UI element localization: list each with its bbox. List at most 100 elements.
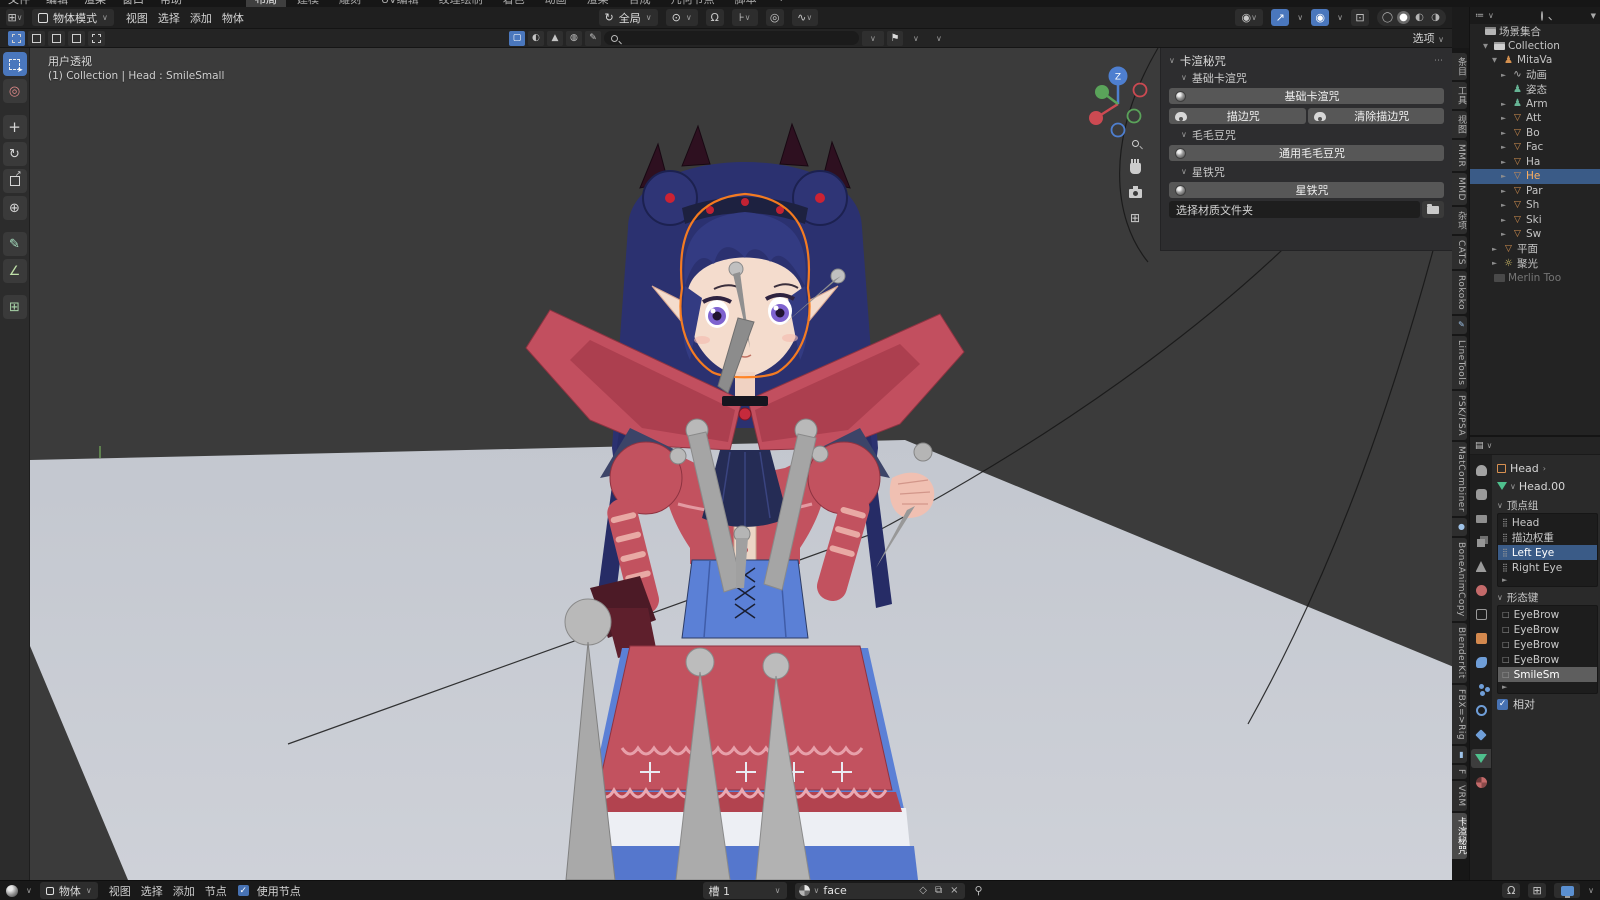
select-box-tool[interactable]	[3, 52, 27, 76]
outliner-row[interactable]: ▼ MitaVa	[1470, 53, 1600, 68]
transform-tool[interactable]: ⊕	[3, 196, 27, 220]
outliner-row[interactable]: ► Ha	[1470, 155, 1600, 170]
gizmo-toggle[interactable]: ↗	[1271, 9, 1289, 26]
blenderkit-sort-dropdown[interactable]: ∨	[929, 34, 949, 43]
breadcrumb-object[interactable]: Head	[1510, 462, 1539, 475]
workspace-tab[interactable]: 建模	[288, 0, 328, 7]
vertex-group-row[interactable]: ⣿ 描边权重	[1498, 530, 1597, 545]
topbar-menu[interactable]: 文件	[8, 0, 30, 7]
expand-arrow-icon[interactable]: ►	[1501, 201, 1509, 209]
properties-tab[interactable]	[1471, 581, 1491, 600]
workspace-tab[interactable]: 几何节点	[662, 0, 724, 7]
bookmark-icon[interactable]: ⚑	[887, 31, 903, 46]
shape-key-row[interactable]: □ SmileSm	[1498, 667, 1597, 682]
list-expand-icon[interactable]: ►	[1498, 575, 1597, 585]
expand-arrow-icon[interactable]: ▼	[1483, 42, 1491, 50]
workspace-tab[interactable]: 着色	[494, 0, 534, 7]
pivot-point-selector[interactable]: ⊙∨	[666, 9, 698, 26]
expand-arrow-icon[interactable]: ►	[1501, 158, 1509, 166]
outliner-row[interactable]: ► 动画	[1470, 68, 1600, 83]
workspace-tab[interactable]: 布局	[246, 0, 286, 7]
sidebar-tab[interactable]: 视图	[1452, 111, 1467, 138]
chevron-down-icon[interactable]: ∨	[1588, 886, 1594, 895]
material-browse-dropdown[interactable]: ∨	[814, 886, 820, 895]
outliner-row[interactable]: ► Ski	[1470, 213, 1600, 228]
navigation-gizmo[interactable]: Z	[1082, 62, 1154, 143]
proportional-falloff-selector[interactable]: ∿∨	[792, 9, 818, 26]
filter-funnel-icon[interactable]: ▼	[1591, 12, 1596, 20]
viewport-menu[interactable]: 选择	[154, 10, 184, 26]
sidebar-tab[interactable]: ●	[1452, 518, 1467, 536]
sidebar-tab[interactable]: FBX=>Rig	[1452, 685, 1467, 744]
blenderkit-search-input[interactable]	[604, 31, 859, 45]
sidebar-tab[interactable]: LineTools	[1452, 336, 1467, 389]
expand-arrow-icon[interactable]: ►	[1492, 259, 1500, 267]
shape-key-row[interactable]: □ EyeBrow	[1498, 652, 1597, 667]
viewport-menu[interactable]: 视图	[122, 10, 152, 26]
mode-selector[interactable]: 物体模式 ∨	[32, 9, 114, 26]
mesh-data-row[interactable]: ∨ Head.00	[1497, 477, 1598, 495]
proportional-editing-toggle[interactable]: ◎	[766, 9, 784, 26]
move-tool[interactable]: +	[3, 115, 27, 139]
gizmo-dropdown[interactable]: ∨	[1297, 13, 1303, 22]
3d-viewport[interactable]: 用户透视 (1) Collection | Head : SmileSmall …	[30, 48, 1452, 880]
search-icon[interactable]	[1541, 12, 1543, 20]
sidebar-tab[interactable]: MMR	[1452, 140, 1467, 171]
shape-key-row[interactable]: □ EyeBrow	[1498, 637, 1597, 652]
workspace-tab[interactable]: 渲染	[578, 0, 618, 7]
generic-fur-button[interactable]: 通用毛毛豆咒	[1169, 145, 1444, 161]
outliner-row[interactable]: ► Arm	[1470, 97, 1600, 112]
sidebar-tab[interactable]: BlenderKit	[1452, 623, 1467, 683]
measure-tool[interactable]: ∠	[3, 259, 27, 283]
workspace-tab[interactable]: 脚本	[726, 0, 766, 7]
star-rail-button[interactable]: 星铁咒	[1169, 182, 1444, 198]
panel-options-icon[interactable]: ⋯	[1434, 56, 1444, 66]
outliner-row[interactable]: ▼ Collection	[1470, 39, 1600, 54]
shader-menu[interactable]: 视图	[106, 883, 134, 899]
shape-key-row[interactable]: □ EyeBrow	[1498, 622, 1597, 637]
outliner-row[interactable]: Merlin Too	[1470, 271, 1600, 286]
shader-editor-icon[interactable]	[6, 885, 18, 897]
shader-mode-selector[interactable]: 物体 ∨	[40, 882, 98, 899]
topbar-menu[interactable]: 帮助	[160, 0, 182, 7]
zoom-icon[interactable]	[1126, 134, 1144, 152]
visibility-dropdown[interactable]: ◉∨	[1235, 9, 1263, 26]
expand-arrow-icon[interactable]: ►	[1501, 114, 1509, 122]
material-icon[interactable]	[799, 885, 810, 896]
properties-tab[interactable]	[1471, 725, 1491, 744]
vertex-group-row[interactable]: ⣿ Left Eye	[1498, 545, 1597, 560]
expand-arrow-icon[interactable]: ►	[1501, 230, 1509, 238]
blenderkit-scene-icon[interactable]: ▲	[547, 31, 563, 46]
expand-arrow-icon[interactable]: ►	[1501, 172, 1509, 180]
outliner-row[interactable]: 姿态	[1470, 82, 1600, 97]
clear-outline-button[interactable]: 清除描边咒	[1308, 108, 1445, 124]
viewport-menu[interactable]: 添加	[186, 10, 216, 26]
transform-orientation[interactable]: ↻ 全局 ∨	[599, 9, 658, 26]
workspace-tab[interactable]: 动画	[536, 0, 576, 7]
properties-tab[interactable]	[1471, 533, 1491, 552]
expand-arrow-icon[interactable]: ►	[1501, 129, 1509, 137]
expand-arrow-icon[interactable]: ►	[1501, 143, 1509, 151]
workspace-tab[interactable]: 合成	[620, 0, 660, 7]
display-mode-button[interactable]	[1554, 883, 1580, 898]
vertex-group-row[interactable]: ⣿ Right Eye	[1498, 560, 1597, 575]
cursor-tool[interactable]: ◎	[3, 79, 27, 103]
blenderkit-hdr-icon[interactable]: ◍	[566, 31, 582, 46]
new-material-copy-icon[interactable]: ⧉	[933, 885, 944, 896]
sidebar-tab[interactable]: MatCombiner	[1452, 442, 1467, 516]
sidebar-tab[interactable]: ▮	[1452, 746, 1467, 764]
properties-tab[interactable]	[1471, 605, 1491, 624]
properties-editor-icon[interactable]: ▤	[1475, 441, 1484, 451]
select-mode-invert-button[interactable]	[68, 31, 85, 46]
rotate-tool[interactable]: ↻	[3, 142, 27, 166]
subsection-fur[interactable]: ∨毛毛豆咒	[1169, 126, 1444, 143]
properties-tab[interactable]	[1471, 773, 1491, 792]
shader-menu[interactable]: 添加	[170, 883, 198, 899]
properties-tab[interactable]	[1471, 629, 1491, 648]
pan-hand-icon[interactable]	[1126, 159, 1144, 177]
properties-tab[interactable]	[1471, 485, 1491, 504]
expand-arrow-icon[interactable]: ►	[1501, 187, 1509, 195]
sidebar-tab[interactable]: F	[1452, 765, 1467, 779]
shader-menu[interactable]: 节点	[202, 883, 230, 899]
open-folder-button[interactable]	[1422, 201, 1444, 218]
